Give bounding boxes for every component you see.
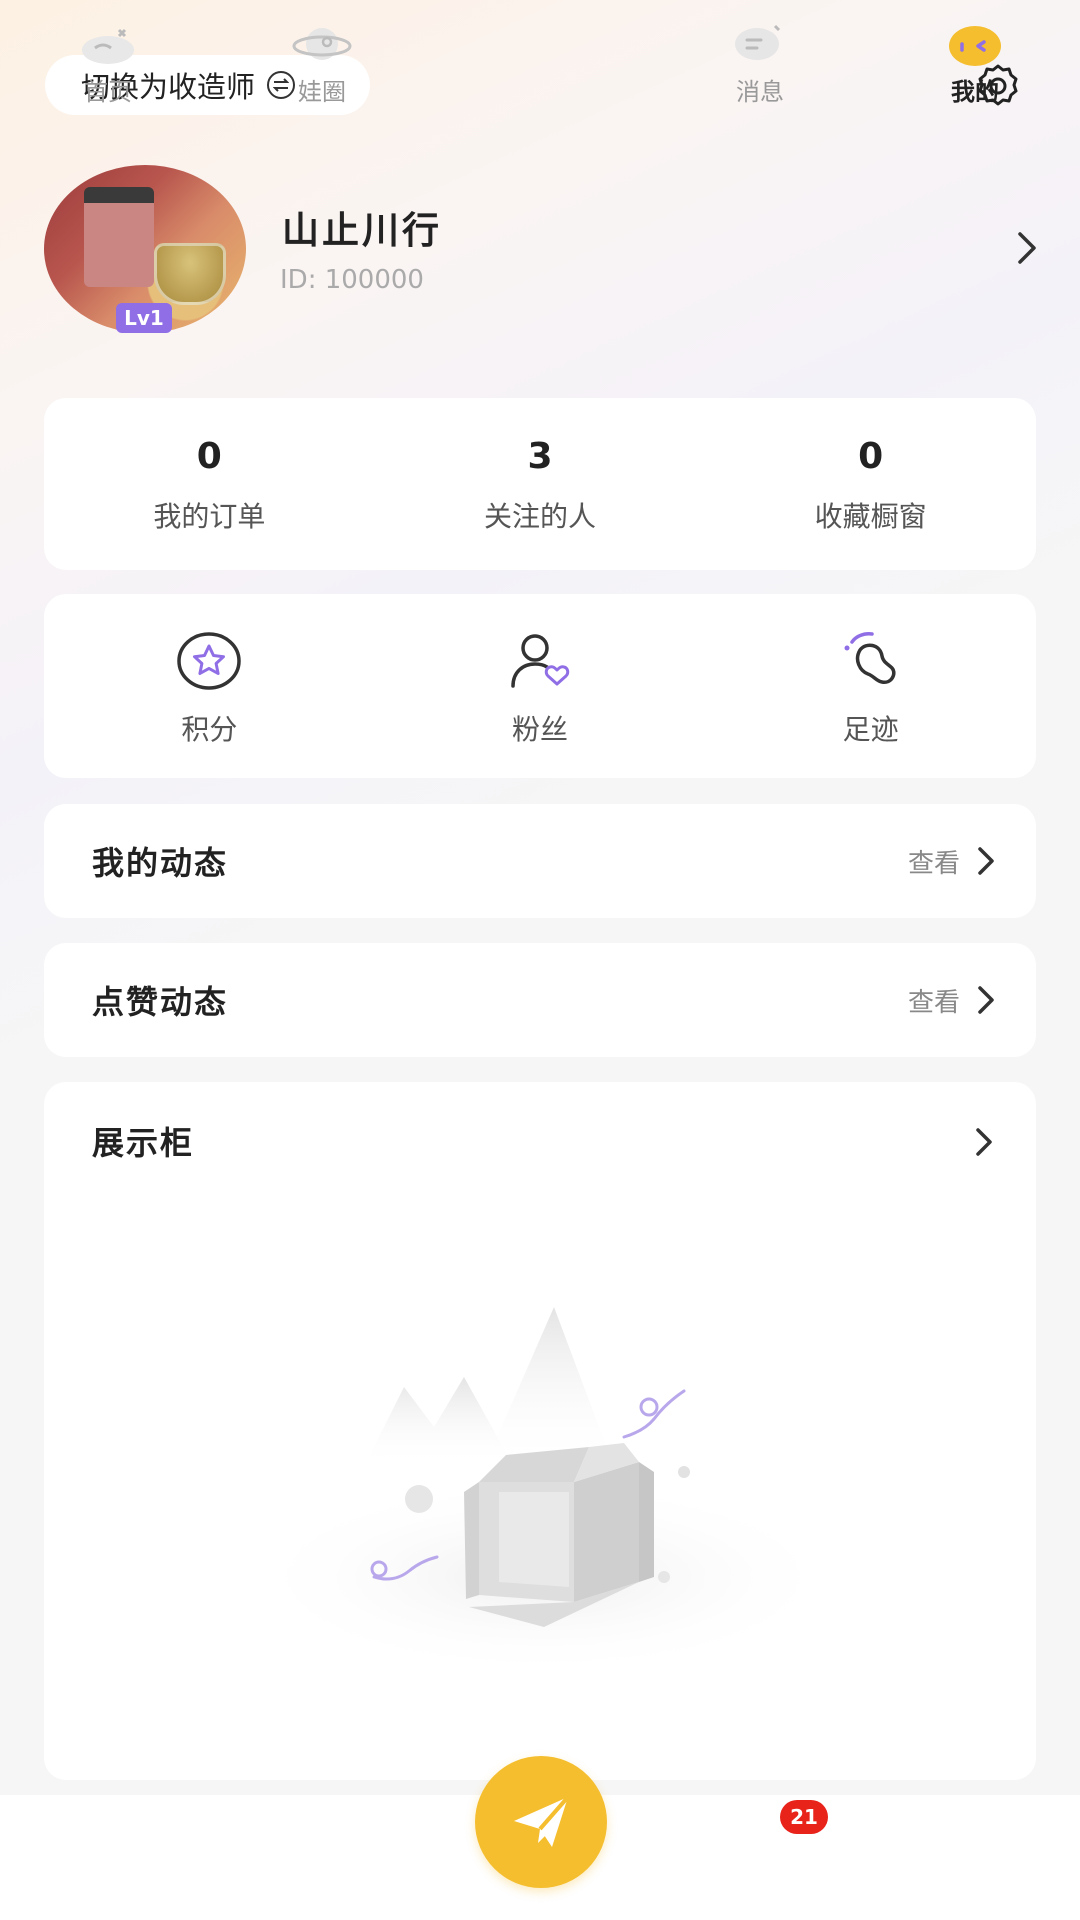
message-icon bbox=[735, 24, 781, 60]
stat-following[interactable]: 3 关注的人 bbox=[375, 398, 706, 570]
stat-favorites[interactable]: 0 收藏橱窗 bbox=[705, 398, 1036, 570]
showcase-card: 展示柜 bbox=[44, 1082, 1036, 1780]
fans-icon bbox=[511, 634, 570, 688]
quick-link-fans[interactable]: 粉丝 bbox=[375, 594, 706, 778]
me-face-icon bbox=[949, 26, 1001, 66]
profile-page: 切换为收造师 Lv1 山止川行 ID: 100000 0 我的订单 3 关注的人 bbox=[0, 0, 1080, 1920]
user-name: 山止川行 bbox=[282, 209, 442, 252]
stat-value: 0 bbox=[858, 436, 884, 477]
view-link[interactable]: 查看 bbox=[908, 982, 960, 1019]
quick-link-points[interactable]: 积分 bbox=[44, 594, 375, 778]
home-icon bbox=[82, 28, 134, 64]
paper-plane-icon bbox=[514, 1795, 570, 1847]
tab-circle[interactable]: 娃圈 bbox=[252, 18, 392, 107]
stat-value: 3 bbox=[527, 436, 553, 477]
chevron-right-icon bbox=[978, 986, 994, 1014]
tab-home[interactable]: 首页 bbox=[38, 18, 178, 107]
stats-card: 0 我的订单 3 关注的人 0 收藏橱窗 bbox=[44, 398, 1036, 570]
tab-messages[interactable]: 消息 bbox=[690, 18, 830, 107]
stat-label: 我的订单 bbox=[153, 500, 266, 533]
star-icon bbox=[177, 632, 242, 690]
tab-me[interactable]: 我的 bbox=[905, 18, 1045, 107]
my-moments-row[interactable]: 我的动态 查看 bbox=[44, 804, 1036, 918]
stat-label: 收藏橱窗 bbox=[814, 500, 927, 533]
tab-label: 消息 bbox=[736, 78, 784, 106]
stat-orders[interactable]: 0 我的订单 bbox=[44, 398, 375, 570]
tab-label: 首页 bbox=[84, 78, 132, 106]
row-title: 点赞动态 bbox=[92, 983, 229, 1021]
publish-button[interactable] bbox=[475, 1756, 607, 1888]
quick-link-footprint[interactable]: 足迹 bbox=[705, 594, 1036, 778]
quick-link-label: 粉丝 bbox=[512, 713, 569, 746]
showcase-title: 展示柜 bbox=[92, 1124, 195, 1162]
chevron-right-icon[interactable] bbox=[974, 1126, 994, 1158]
tab-label: 娃圈 bbox=[298, 78, 346, 106]
stat-label: 关注的人 bbox=[484, 500, 597, 533]
chevron-right-icon[interactable] bbox=[1014, 228, 1040, 268]
stat-value: 0 bbox=[196, 436, 222, 477]
message-count-badge: 21 bbox=[780, 1800, 828, 1834]
chevron-right-icon bbox=[978, 847, 994, 875]
quick-links-card: 积分 粉丝 足迹 bbox=[44, 594, 1036, 778]
quick-link-label: 足迹 bbox=[842, 713, 899, 746]
empty-box-illustration bbox=[244, 1307, 844, 1677]
avatar[interactable]: Lv1 bbox=[44, 165, 246, 333]
user-id: ID: 100000 bbox=[280, 265, 424, 295]
row-title: 我的动态 bbox=[92, 844, 229, 882]
liked-moments-row[interactable]: 点赞动态 查看 bbox=[44, 943, 1036, 1057]
planet-icon bbox=[292, 28, 352, 60]
level-badge: Lv1 bbox=[116, 303, 172, 333]
tab-label: 我的 bbox=[951, 78, 999, 106]
view-link[interactable]: 查看 bbox=[908, 843, 960, 880]
quick-link-label: 积分 bbox=[181, 713, 238, 746]
footprint-icon bbox=[844, 632, 896, 684]
